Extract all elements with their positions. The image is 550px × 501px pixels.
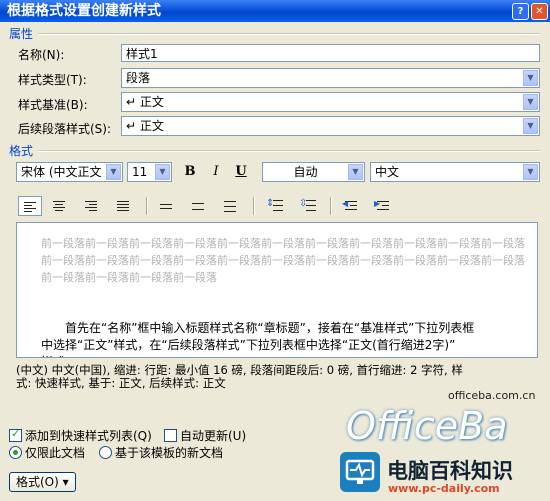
double-spacing-icon[interactable] [219, 196, 243, 216]
watermark-brand: OfficeBa [346, 404, 508, 448]
based-on-label: 样式基准(B): [18, 98, 88, 112]
only-this-document-radio[interactable] [9, 446, 22, 459]
watermark-site: officeba.com.cn [448, 389, 536, 402]
window-title: 根据格式设置创建新样式 [7, 3, 161, 19]
help-button[interactable]: ? [512, 3, 529, 20]
preview-previous-paragraph: 前一段落前一段落前一段落前一段落前一段落前一段落前一段落前一段落前一段落前一段落… [41, 237, 525, 250]
language-select[interactable]: 中文 ▼ [370, 162, 540, 182]
preview-previous-paragraph: 前一段落前一段落前一段落前一段落 [41, 271, 217, 284]
preview-sample-text: 中选择“正文”样式，在“后续段落样式”下拉列表框中选择“正文(首行缩进2字)” [41, 338, 456, 352]
chevron-down-icon[interactable]: ▼ [523, 94, 538, 110]
preview-previous-paragraph: 前一段落前一段落前一段落前一段落前一段落前一段落前一段落前一段落前一段落前一段落… [41, 254, 525, 267]
toolbar-divider [253, 197, 255, 215]
next-style-value: ↵ 正文 [126, 119, 164, 133]
decrease-paragraph-spacing-icon[interactable]: ⇳ [296, 196, 320, 216]
watermark-cn-name: 电脑百科知识 [387, 459, 513, 483]
monitor-logo-icon [340, 452, 380, 492]
format-divider [38, 150, 540, 152]
watermark-url: www.pc-daily.com [388, 482, 500, 495]
next-style-label: 后续段落样式(S): [18, 122, 112, 136]
chevron-down-icon[interactable]: ▼ [155, 164, 170, 180]
font-select[interactable]: 宋体 (中文正文 ▼ [16, 162, 123, 182]
increase-indent-icon[interactable]: ▶ [372, 196, 396, 216]
add-quick-style-checkbox[interactable]: ✓ [9, 427, 22, 442]
chevron-down-icon[interactable]: ▼ [348, 164, 363, 180]
italic-button[interactable]: I [206, 162, 226, 182]
based-on-select[interactable]: ↵ 正文 ▼ [121, 92, 540, 112]
name-label: 名称(N): [18, 48, 65, 62]
preview-sample-text: 样式 [41, 353, 65, 357]
increase-paragraph-spacing-icon[interactable]: ⇕ [263, 196, 287, 216]
chevron-down-icon[interactable]: ▼ [106, 164, 121, 180]
format-section-label: 格式 [9, 144, 34, 158]
font-value: 宋体 (中文正文 [21, 165, 102, 179]
style-type-select[interactable]: 段落 ▼ [121, 68, 540, 88]
chevron-down-icon[interactable]: ▼ [523, 70, 538, 86]
auto-update-checkbox[interactable] [164, 429, 177, 442]
close-button[interactable]: ✕ [531, 3, 548, 20]
style-type-label: 样式类型(T): [18, 73, 87, 87]
only-this-document-label: 仅限此文档 [25, 446, 86, 460]
title-bar: 根据格式设置创建新样式 ? ✕ [0, 0, 550, 22]
align-right-icon[interactable] [80, 196, 104, 216]
style-preview: 前一段落前一段落前一段落前一段落前一段落前一段落前一段落前一段落前一段落前一段落… [16, 222, 538, 358]
bold-button[interactable]: B [180, 162, 200, 182]
one-half-spacing-icon[interactable] [187, 196, 211, 216]
name-field[interactable]: 样式1 [121, 44, 540, 62]
font-color-value: 自动 [293, 165, 318, 179]
font-size-value: 11 [132, 165, 148, 179]
underline-button[interactable]: U [231, 162, 251, 182]
based-on-value: ↵ 正文 [126, 95, 164, 109]
new-documents-template-label: 基于该模板的新文档 [115, 446, 224, 460]
properties-section-label: 属性 [9, 27, 34, 41]
chevron-down-icon[interactable]: ▼ [523, 118, 538, 134]
next-style-select[interactable]: ↵ 正文 ▼ [121, 116, 540, 136]
properties-divider [38, 33, 540, 35]
decrease-indent-icon[interactable]: ◀ [340, 196, 364, 216]
preview-sample-text: 首先在“名称”框中输入标题样式名称“章标题”，接着在“基准样式”下拉列表框 [65, 321, 475, 335]
add-quick-style-label: 添加到快速样式列表(Q) [25, 429, 152, 443]
toolbar-divider [330, 197, 332, 215]
new-documents-template-radio[interactable] [99, 446, 112, 459]
font-color-select[interactable]: 自动 ▼ [262, 162, 365, 182]
style-type-value: 段落 [126, 71, 151, 85]
format-menu-button[interactable]: 格式(O) ▾ [9, 472, 76, 492]
toolbar-divider [146, 197, 148, 215]
single-spacing-icon[interactable] [155, 196, 179, 216]
auto-update-label: 自动更新(U) [180, 429, 247, 443]
align-center-icon[interactable] [48, 196, 72, 216]
justify-icon[interactable] [112, 196, 136, 216]
font-size-select[interactable]: 11 ▼ [127, 162, 172, 182]
language-value: 中文 [375, 165, 400, 179]
chevron-down-icon[interactable]: ▼ [523, 164, 538, 180]
align-left-icon[interactable] [18, 196, 42, 216]
